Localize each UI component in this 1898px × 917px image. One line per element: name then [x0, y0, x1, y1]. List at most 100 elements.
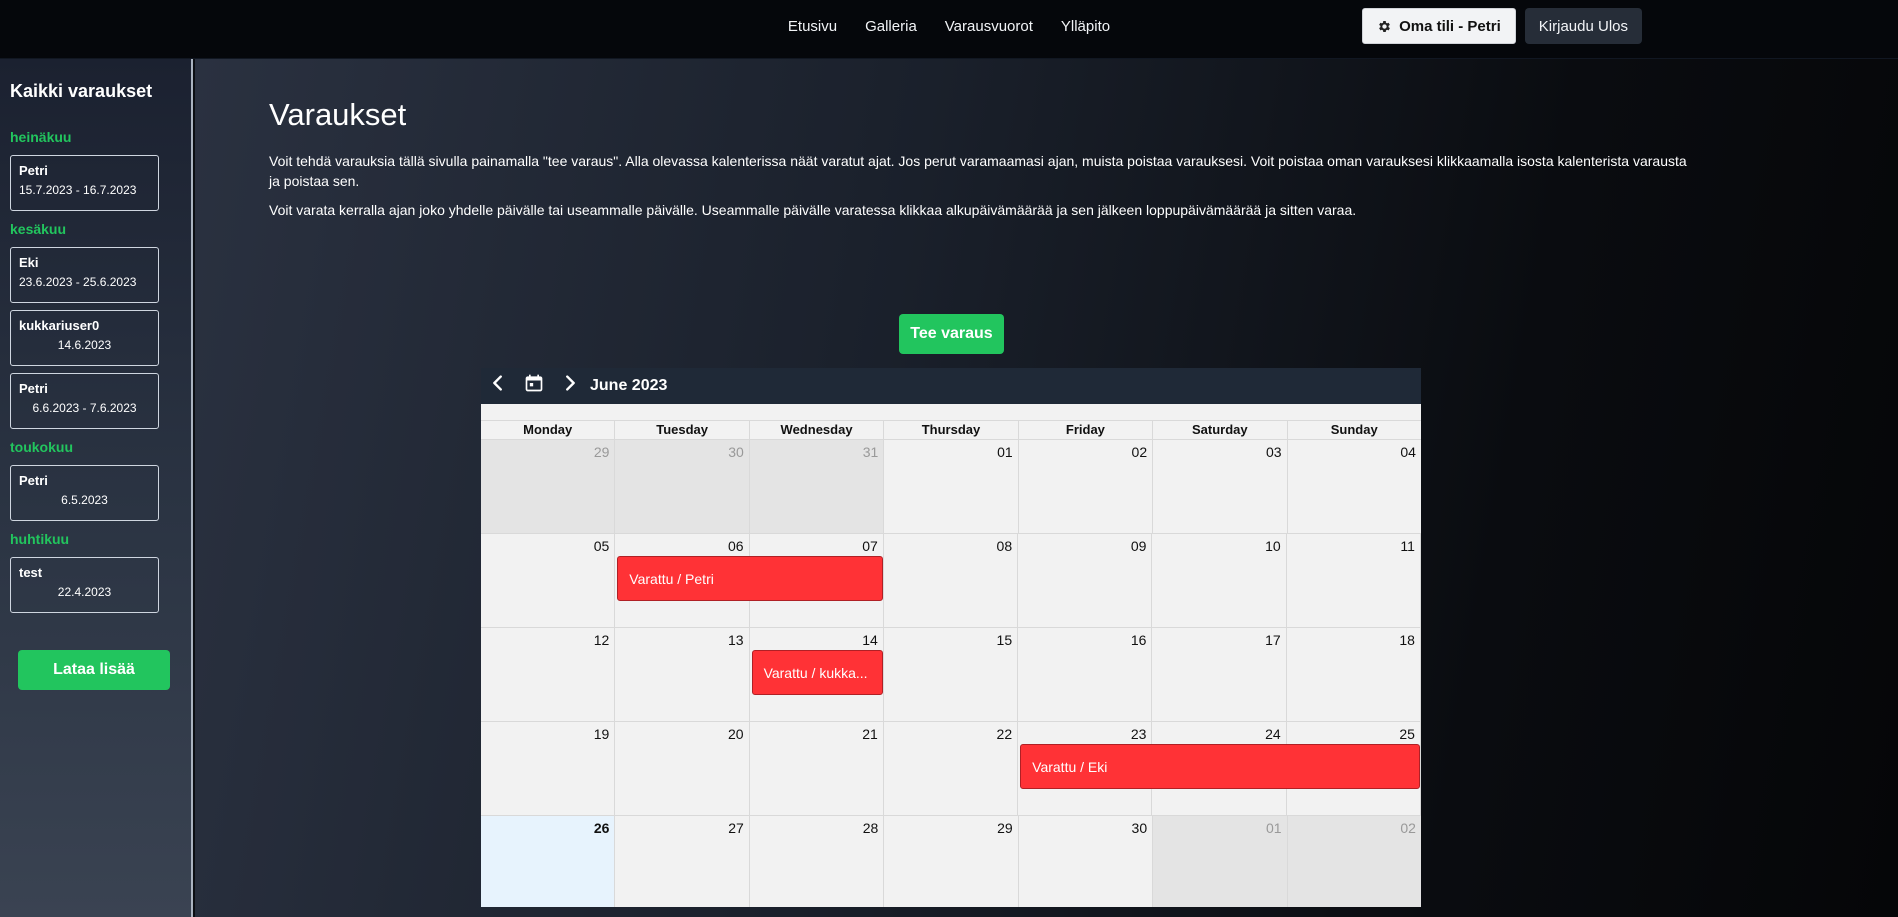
reservation-dates: 15.7.2023 - 16.7.2023 [19, 183, 137, 197]
calendar-day-number: 10 [1265, 538, 1281, 554]
weekday-header: Monday Tuesday Wednesday Thursday Friday… [481, 420, 1421, 440]
calendar-day-number: 01 [997, 444, 1013, 460]
calendar-week-row: 12 13 14 15 16 17 18 Varattu / kukka... [481, 628, 1421, 722]
calendar-day-number: 15 [996, 632, 1013, 648]
make-reservation-button[interactable]: Tee varaus [899, 314, 1004, 354]
reservations-sidebar: Kaikki varaukset heinäkuu Petri 15.7.202… [0, 59, 193, 917]
calendar-day-cell[interactable]: 09 [1018, 534, 1153, 627]
calendar-day-number: 26 [593, 820, 610, 836]
reservation-card[interactable]: Petri 6.6.2023 - 7.6.2023 [10, 373, 159, 429]
calendar-day-cell[interactable]: 10 [1152, 534, 1287, 627]
weekday-label: Saturday [1153, 421, 1288, 439]
weekday-label: Tuesday [615, 421, 750, 439]
month-label-huhtikuu: huhtikuu [10, 531, 70, 547]
weekday-label: Friday [1019, 421, 1154, 439]
month-label-toukokuu: toukokuu [10, 439, 73, 455]
calendar-day-number: 21 [862, 726, 878, 742]
calendar-day-number: 13 [727, 632, 744, 648]
calendar-day-cell[interactable]: 12 [481, 628, 616, 721]
calendar-day-cell[interactable]: 30 [1018, 816, 1154, 907]
nav-link-yllapito[interactable]: Ylläpito [1047, 18, 1124, 35]
reservation-name: Petri [19, 381, 48, 396]
calendar-day-cell[interactable]: 18 [1286, 628, 1421, 721]
calendar-day-cell[interactable]: 11 [1286, 534, 1421, 627]
reservation-name: Petri [19, 473, 48, 488]
calendar-day-number: 22 [996, 726, 1013, 742]
calendar-day-cell[interactable]: 04 [1287, 440, 1421, 533]
reservation-name: kukkariuser0 [19, 318, 100, 333]
reservation-dates: 6.6.2023 - 7.6.2023 [32, 401, 137, 415]
calendar-day-cell[interactable]: 05 [481, 534, 616, 627]
reservation-event[interactable]: Varattu / Petri [617, 556, 883, 601]
calendar-day-cell[interactable]: 29 [884, 816, 1019, 907]
reservation-card[interactable]: test 22.4.2023 [10, 557, 159, 613]
nav-link-etusivu[interactable]: Etusivu [774, 18, 851, 35]
month-label-kesakuu: kesäkuu [10, 221, 67, 237]
calendar-day-number: 14 [862, 632, 878, 648]
calendar-day-cell[interactable]: 29 [481, 440, 616, 533]
calendar-day-cell[interactable]: 20 [615, 722, 750, 815]
calendar-day-cell[interactable]: 02 [1287, 816, 1421, 907]
calendar-day-cell[interactable]: 28 [749, 816, 885, 907]
calendar-day-cell[interactable]: 17 [1152, 628, 1287, 721]
calendar-day-number: 29 [997, 820, 1013, 836]
calendar-day-number: 08 [996, 538, 1013, 554]
reservation-dates: 23.6.2023 - 25.6.2023 [19, 275, 137, 289]
calendar-day-number: 29 [593, 444, 610, 460]
calendar-day-number: 02 [1131, 444, 1148, 460]
calendar-day-cell[interactable]: 15 [883, 628, 1019, 721]
calendar-day-number: 09 [1130, 538, 1147, 554]
reservation-card[interactable]: Petri 15.7.2023 - 16.7.2023 [10, 155, 159, 211]
reservation-event[interactable]: Varattu / kukka... [751, 650, 883, 695]
chevron-right-icon[interactable] [558, 372, 582, 400]
calendar-today-icon[interactable] [522, 373, 546, 399]
calendar-toolbar: June 2023 [481, 368, 1421, 404]
reservation-dates: 22.4.2023 [57, 585, 112, 599]
calendar-grid: 29 30 31 01 02 03 04 05 06 07 08 09 10 11 Varattu / Pe… [481, 440, 1421, 907]
account-button[interactable]: Oma tili - Petri [1362, 8, 1516, 44]
calendar-day-number: 31 [862, 444, 879, 460]
calendar-day-cell[interactable]: 21 [749, 722, 884, 815]
calendar-week-row: 19 20 21 22 23 24 25 Varattu / Eki [481, 722, 1421, 816]
reservation-event[interactable]: Varattu / Eki [1020, 744, 1420, 789]
calendar-day-cell[interactable]: 26 [481, 816, 616, 907]
nav-link-galleria[interactable]: Galleria [851, 18, 931, 35]
reservation-card[interactable]: Petri 6.5.2023 [10, 465, 159, 521]
calendar-day-cell[interactable]: 01 [884, 440, 1019, 533]
calendar-day-number: 04 [1400, 444, 1416, 460]
calendar-day-cell[interactable]: 16 [1018, 628, 1153, 721]
sidebar-title: Kaikki varaukset [10, 81, 153, 101]
calendar-day-number: 24 [1265, 726, 1281, 742]
calendar-day-cell[interactable]: 31 [749, 440, 885, 533]
reservation-name: Petri [19, 163, 48, 178]
gear-icon [1379, 20, 1390, 32]
chevron-left-icon[interactable] [486, 372, 510, 400]
weekday-label: Wednesday [750, 421, 885, 439]
calendar-day-number: 01 [1265, 820, 1282, 836]
calendar-day-number: 06 [727, 538, 744, 554]
nav-link-varausvuorot[interactable]: Varausvuorot [931, 18, 1047, 35]
load-more-button[interactable]: Lataa lisää [18, 650, 170, 690]
reservation-dates: 6.5.2023 [61, 493, 108, 507]
description-paragraph-1: Voit tehdä varauksia tällä sivulla paina… [269, 153, 1687, 189]
reservation-dates: 14.6.2023 [57, 338, 112, 352]
account-button-label: Oma tili - Petri [1399, 17, 1501, 35]
calendar-day-number: 16 [1130, 632, 1147, 648]
calendar-day-cell[interactable]: 08 [883, 534, 1019, 627]
reservation-name: test [19, 565, 43, 580]
calendar-day-number: 18 [1399, 632, 1415, 648]
calendar-day-number: 20 [727, 726, 744, 742]
calendar-day-cell[interactable]: 02 [1018, 440, 1154, 533]
calendar-day-cell[interactable]: 30 [615, 440, 750, 533]
calendar-day-cell[interactable]: 13 [615, 628, 750, 721]
calendar-day-cell[interactable]: 27 [615, 816, 750, 907]
calendar-day-cell[interactable]: 19 [481, 722, 616, 815]
calendar-day-number: 05 [593, 538, 610, 554]
reservation-card[interactable]: kukkariuser0 14.6.2023 [10, 310, 159, 366]
calendar-day-cell[interactable]: 03 [1153, 440, 1288, 533]
page-title: Varaukset [269, 97, 407, 132]
calendar-day-cell[interactable]: 22 [883, 722, 1019, 815]
reservation-card[interactable]: Eki 23.6.2023 - 25.6.2023 [10, 247, 159, 303]
logout-button[interactable]: Kirjaudu Ulos [1524, 8, 1642, 44]
calendar-day-cell[interactable]: 01 [1153, 816, 1288, 907]
